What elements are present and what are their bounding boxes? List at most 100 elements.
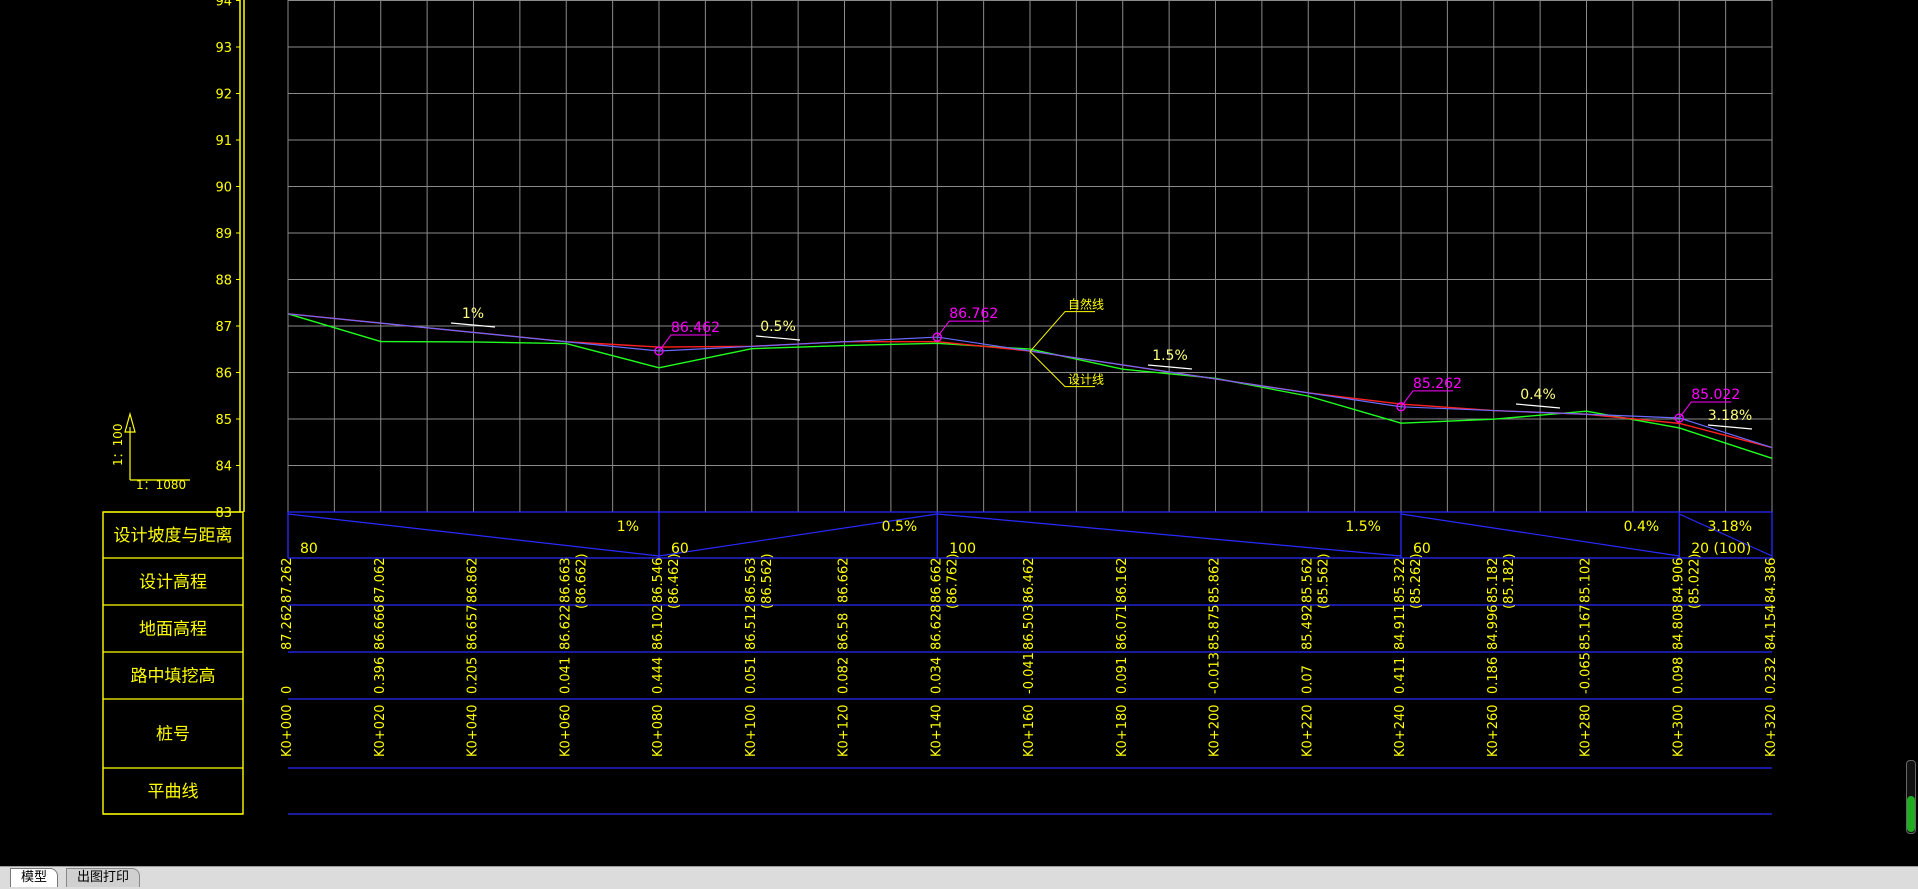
tab-print-layout[interactable]: 出图打印 bbox=[66, 868, 141, 887]
scale-indicator: 1：100 1：1080 bbox=[111, 411, 190, 492]
row-label: 平曲线 bbox=[148, 782, 199, 802]
cut-fill-value: -0.065 bbox=[1579, 652, 1594, 694]
grid bbox=[287, 0, 1773, 513]
elevation-tick-label: 94 bbox=[215, 0, 232, 10]
annotations: 86.462 86.762 85.262 85.022 1% 0.5% 1.5% 0.4% 3.… bbox=[450, 297, 1752, 430]
elevation-tick-label: 91 bbox=[215, 134, 232, 149]
design-elevation-value: 86.162 bbox=[1115, 558, 1130, 604]
profile-table: 设计坡度与距离设计高程地面高程路中填挖高桩号平曲线1%800.5%601.5%1… bbox=[102, 511, 1779, 815]
elevation-tick-label: 83 bbox=[215, 506, 232, 521]
cut-fill-value: 0.07 bbox=[1300, 665, 1315, 694]
design-elevation-alt-value: (85.562) bbox=[1316, 553, 1331, 609]
distance-value: 80 bbox=[300, 541, 318, 557]
vpi-elevation-label: 86.762 bbox=[949, 306, 998, 322]
ground-elevation-value: 86.622 bbox=[558, 605, 573, 651]
scroll-indicator-fill bbox=[1907, 796, 1915, 832]
cut-fill-value: 0.411 bbox=[1393, 657, 1408, 694]
slope-value: 1% bbox=[617, 519, 639, 535]
cut-fill-value: 0.082 bbox=[837, 657, 852, 694]
grade-label: 0.4% bbox=[1520, 387, 1556, 403]
ground-elevation-value: 86.657 bbox=[466, 605, 481, 651]
cut-fill-value: -0.041 bbox=[1022, 652, 1037, 694]
ground-elevation-value: 84.911 bbox=[1393, 605, 1408, 651]
cad-window: 83 84 85 86 87 88 89 90 91 92 93 94 86.462 86.762 85.… bbox=[0, 0, 1918, 889]
design-elevation-value: 84.386 bbox=[1764, 558, 1779, 604]
cut-fill-value: 0.098 bbox=[1671, 657, 1686, 694]
slope-value: 3.18% bbox=[1708, 519, 1752, 535]
cut-fill-value: -0.013 bbox=[1208, 652, 1223, 694]
design-elevation-alt-value: (86.762) bbox=[945, 553, 960, 609]
station-label: K0+200 bbox=[1208, 704, 1223, 757]
slope-value: 0.5% bbox=[882, 519, 918, 535]
elevation-tick-label: 93 bbox=[215, 41, 232, 56]
vpi-leader bbox=[936, 320, 990, 338]
design-elevation-alt-value: (85.182) bbox=[1502, 553, 1517, 609]
design-elevation-alt-value: (85.262) bbox=[1409, 553, 1424, 609]
grade-arrow bbox=[755, 335, 801, 341]
cut-fill-value: 0.186 bbox=[1486, 657, 1501, 694]
design-elevation-alt-value: (86.462) bbox=[667, 553, 682, 609]
design-elevation-value: 86.663 bbox=[558, 558, 573, 604]
design-elevation-value: 85.862 bbox=[1208, 558, 1223, 604]
elevation-tick-label: 85 bbox=[215, 413, 232, 428]
design-elevation-value: 87.062 bbox=[373, 558, 388, 604]
design-elevation-value: 85.322 bbox=[1393, 558, 1408, 604]
elevation-tick-label: 84 bbox=[215, 460, 232, 475]
elevation-axis: 83 84 85 86 87 88 89 90 91 92 93 94 bbox=[215, 0, 245, 521]
station-label: K0+240 bbox=[1393, 704, 1408, 757]
layout-tab-bar: 模型 出图打印 bbox=[0, 866, 1918, 889]
station-label: K0+140 bbox=[929, 704, 944, 757]
elevation-tick-label: 88 bbox=[215, 274, 232, 289]
station-label: K0+000 bbox=[280, 704, 295, 757]
cut-fill-value: 0.444 bbox=[651, 657, 666, 694]
design-elevation-value: 86.662 bbox=[837, 558, 852, 604]
ground-elevation-value: 84.996 bbox=[1486, 605, 1501, 651]
ground-elevation-value: 87.262 bbox=[280, 605, 295, 651]
tab-model[interactable]: 模型 bbox=[10, 868, 59, 887]
elevation-tick-label: 86 bbox=[215, 367, 232, 382]
design-elevation-value: 85.562 bbox=[1300, 558, 1315, 604]
cut-fill-value: 0 bbox=[280, 686, 295, 694]
elevation-tick-label: 87 bbox=[215, 320, 232, 335]
design-elevation-value: 86.546 bbox=[651, 558, 666, 604]
ground-elevation-value: 85.492 bbox=[1300, 605, 1315, 651]
profile-drawing[interactable]: 83 84 85 86 87 88 89 90 91 92 93 94 86.462 86.762 85.… bbox=[0, 0, 1918, 866]
ground-elevation-value: 86.666 bbox=[373, 605, 388, 651]
grade-label: 1% bbox=[462, 306, 484, 322]
grade-label: 1.5% bbox=[1152, 348, 1188, 364]
station-label: K0+180 bbox=[1115, 704, 1130, 757]
ground-elevation-value: 86.628 bbox=[929, 605, 944, 651]
ground-elevation-value: 85.167 bbox=[1579, 605, 1594, 651]
station-label: K0+120 bbox=[837, 704, 852, 757]
cut-fill-value: 0.051 bbox=[744, 657, 759, 694]
horizontal-scale-label: 1：1080 bbox=[136, 478, 186, 492]
slope-value: 1.5% bbox=[1345, 519, 1381, 535]
elevation-tick-label: 92 bbox=[215, 88, 232, 103]
design-elevation-alt-value: (85.022) bbox=[1687, 553, 1702, 609]
design-elevation-alt-value: (86.562) bbox=[760, 553, 775, 609]
design-elevation-value: 86.862 bbox=[466, 558, 481, 604]
design-elevation-value: 87.262 bbox=[280, 558, 295, 604]
ground-elevation-value: 86.071 bbox=[1115, 605, 1130, 651]
vpi-elevation-label: 86.462 bbox=[671, 320, 720, 336]
elevation-tick-label: 90 bbox=[215, 181, 232, 196]
station-label: K0+060 bbox=[558, 704, 573, 757]
station-label: K0+040 bbox=[466, 704, 481, 757]
row-label-frame bbox=[102, 511, 244, 815]
cut-fill-value: 0.034 bbox=[929, 657, 944, 694]
cut-fill-value: 0.396 bbox=[373, 657, 388, 694]
station-label: K0+160 bbox=[1022, 704, 1037, 757]
station-label: K0+300 bbox=[1671, 704, 1686, 757]
ground-elevation-value: 86.503 bbox=[1022, 605, 1037, 651]
row-label: 桩号 bbox=[156, 725, 190, 745]
design-elevation-value: 85.182 bbox=[1486, 558, 1501, 604]
grade-label: 0.5% bbox=[760, 319, 796, 335]
ground-elevation-value: 86.102 bbox=[651, 605, 666, 651]
station-label: K0+220 bbox=[1300, 704, 1315, 757]
legend-leader-ground bbox=[1029, 311, 1095, 352]
station-label: K0+280 bbox=[1579, 704, 1594, 757]
ground-elevation-value: 86.512 bbox=[744, 605, 759, 651]
station-label: K0+020 bbox=[373, 704, 388, 757]
design-elevation-value: 86.563 bbox=[744, 558, 759, 604]
station-label: K0+260 bbox=[1486, 704, 1501, 757]
